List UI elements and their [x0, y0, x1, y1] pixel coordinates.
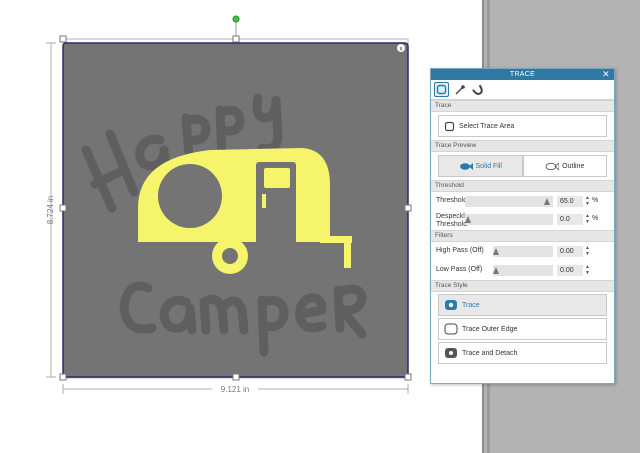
threshold-label: Threshold [436, 197, 468, 204]
trace-outer-edge-button[interactable]: Trace Outer Edge [438, 318, 607, 340]
threshold-row: Threshold 65.0 ▲ ▼ % [431, 192, 614, 210]
section-filters: Filters [431, 230, 614, 242]
trace-panel: TRACE ✕ Trace Select Trace Area Trace Pr… [430, 68, 615, 384]
despeckle-label: Despeckle Threshold [436, 213, 469, 228]
height-dimension-label: 8.724 in [46, 196, 55, 224]
trace-tab[interactable] [434, 82, 449, 97]
trace-and-detach-button[interactable]: Trace and Detach [438, 342, 607, 364]
low-pass-row: Low Pass (Off) 0.00 ▲ ▼ [431, 261, 614, 280]
threshold-slider-thumb[interactable] [544, 198, 550, 205]
section-trace: Trace [431, 100, 614, 112]
threshold-spinner[interactable]: ▲ ▼ [585, 195, 590, 207]
width-dimension-label: 9.121 in [221, 385, 249, 394]
trace-style-button[interactable]: Trace [438, 294, 607, 316]
trace-panel-title: TRACE [509, 71, 536, 78]
detach-icon [445, 348, 457, 358]
low-pass-spinner[interactable]: ▲ ▼ [585, 264, 590, 276]
despeckle-slider-thumb[interactable] [465, 216, 471, 223]
outer-edge-icon [444, 323, 458, 335]
outline-label: Outline [562, 162, 585, 170]
solid-fill-button[interactable]: Solid Fill [438, 155, 523, 177]
magnet-icon [472, 84, 483, 95]
threshold-value[interactable]: 65.0 [557, 196, 583, 207]
low-pass-value[interactable]: 0.00 [557, 265, 583, 276]
magnet-tab[interactable] [470, 82, 485, 97]
despeckle-value[interactable]: 0.0 [557, 214, 583, 225]
outline-button[interactable]: Outline [522, 155, 607, 177]
solid-fill-label: Solid Fill [475, 162, 502, 170]
fish-solid-icon [459, 162, 473, 170]
high-pass-slider-thumb[interactable] [493, 248, 499, 255]
section-threshold: Threshold [431, 180, 614, 192]
trace-area-icon [444, 121, 455, 131]
low-pass-label: Low Pass (Off) [436, 266, 483, 273]
trace-and-detach-label: Trace and Detach [462, 349, 518, 357]
despeckle-slider[interactable] [465, 214, 553, 225]
fish-outline-icon [545, 161, 560, 171]
section-trace-style: Trace Style [431, 280, 614, 292]
trace-style-label: Trace [462, 301, 480, 309]
high-pass-label: High Pass (Off) [436, 247, 484, 254]
select-trace-area-button[interactable]: Select Trace Area [438, 115, 607, 137]
threshold-unit: % [592, 197, 599, 204]
select-trace-area-label: Select Trace Area [459, 122, 515, 130]
close-icon[interactable]: ✕ [602, 69, 610, 80]
rotation-handle[interactable] [232, 15, 240, 23]
despeckle-unit: % [592, 215, 599, 222]
high-pass-spinner[interactable]: ▲ ▼ [585, 245, 590, 257]
low-pass-slider[interactable] [493, 265, 553, 276]
despeckle-spinner[interactable]: ▲ ▼ [585, 213, 590, 225]
eyedropper-icon [455, 84, 465, 94]
high-pass-slider[interactable] [493, 246, 553, 257]
eyedropper-tab[interactable] [452, 82, 467, 97]
trace-outer-edge-label: Trace Outer Edge [462, 325, 518, 333]
threshold-slider[interactable] [465, 196, 553, 207]
high-pass-value[interactable]: 0.00 [557, 246, 583, 257]
trace-panel-header: TRACE ✕ [431, 69, 614, 80]
despeckle-row: Despeckle Threshold 0.0 ▲ ▼ % [431, 210, 614, 230]
trace-panel-tabs [431, 80, 614, 100]
trace-outline-icon [436, 84, 447, 95]
delete-object-glyph: x [400, 47, 403, 53]
low-pass-slider-thumb[interactable] [493, 267, 499, 274]
trace-style-icon [445, 300, 457, 310]
high-pass-row: High Pass (Off) 0.00 ▲ ▼ [431, 242, 614, 261]
section-trace-preview: Trace Preview [431, 140, 614, 152]
